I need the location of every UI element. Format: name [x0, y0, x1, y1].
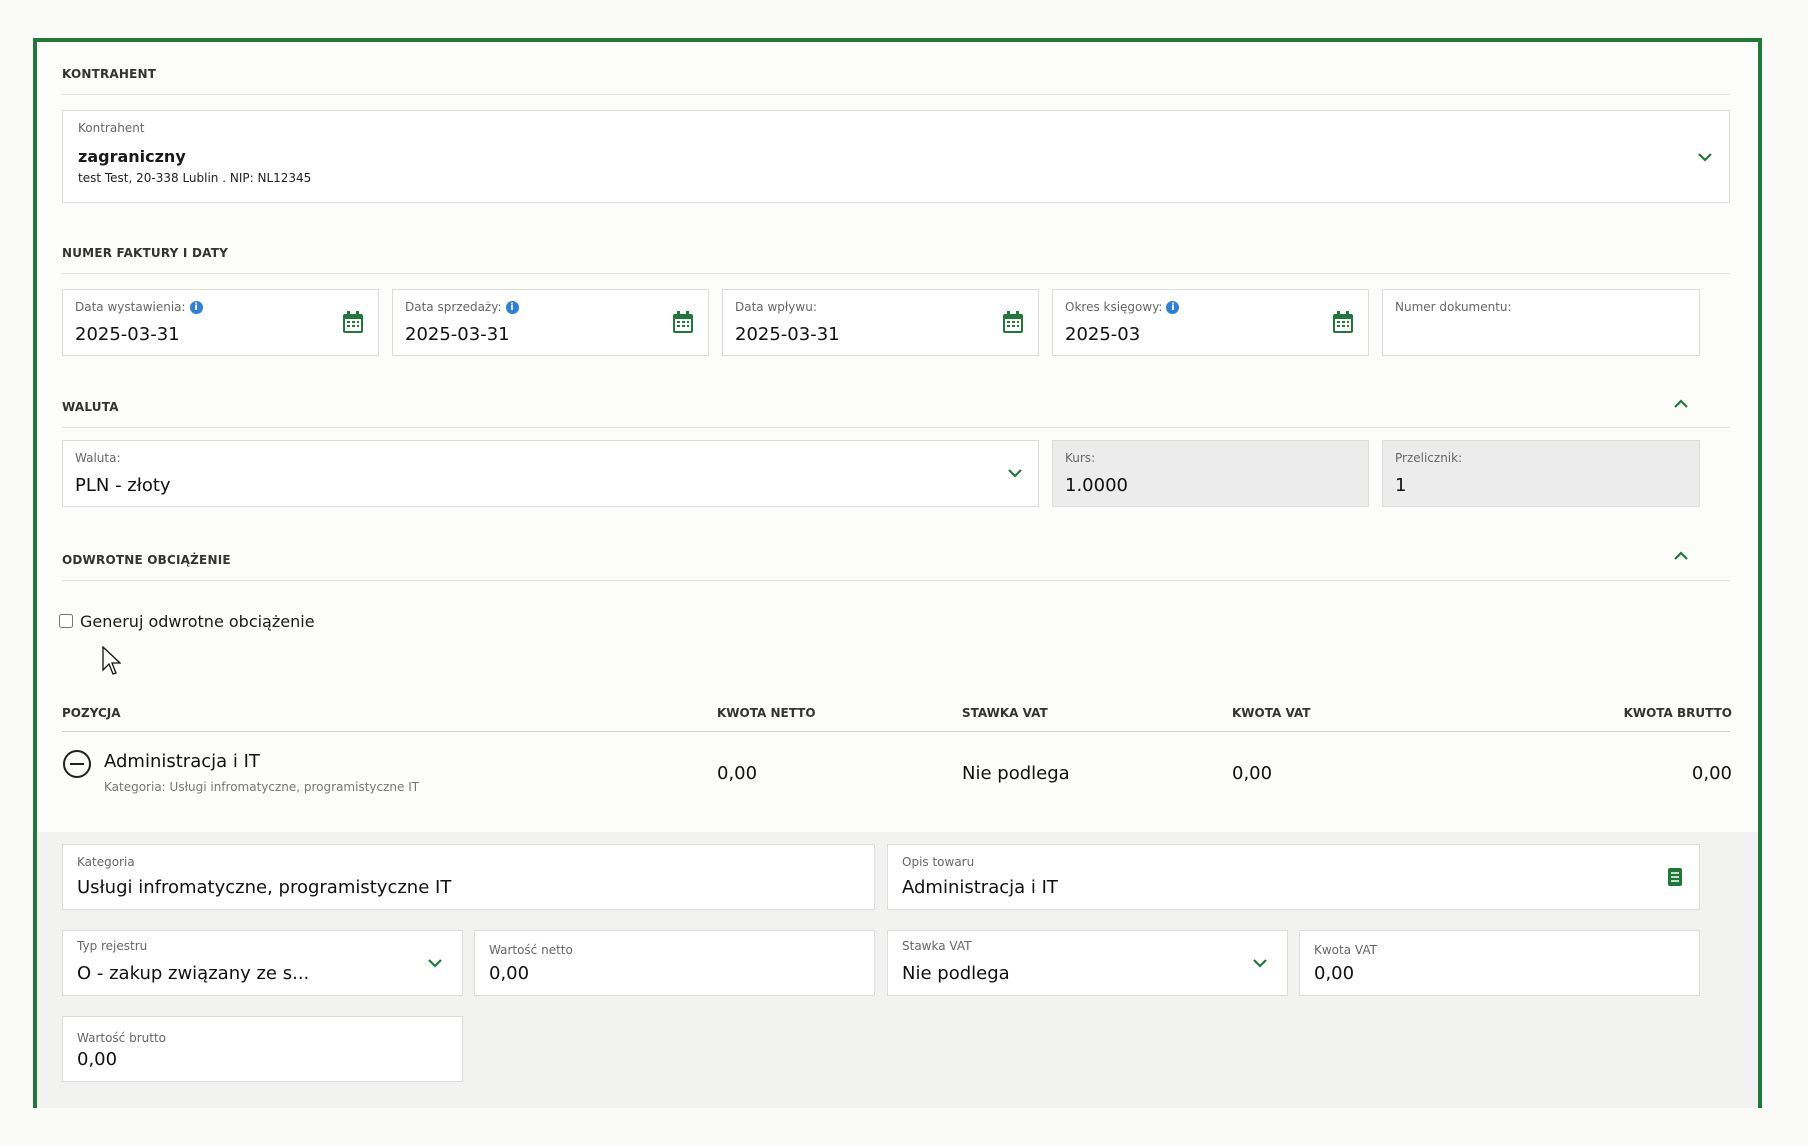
gross-value-field[interactable]: Wartość brutto 0,00 [62, 1016, 463, 1082]
description-value: Administracja i IT [902, 877, 1058, 898]
info-icon: i [1166, 301, 1180, 314]
converter-field: Przelicznik: 1 [1382, 440, 1700, 507]
row-vat: 0,00 [1232, 763, 1273, 784]
converter-value: 1 [1395, 475, 1407, 496]
header-gross: KWOTA BRUTTO [1623, 706, 1732, 720]
chevron-down-icon[interactable] [1005, 463, 1025, 483]
accounting-period-field[interactable]: Okres księgowy: i 2025-03 [1052, 289, 1369, 356]
category-label: Kategoria [77, 855, 135, 869]
row-category: Kategoria: Usługi infromatyczne, program… [104, 780, 420, 794]
chevron-up-icon[interactable] [1671, 546, 1691, 566]
contractor-select[interactable]: Kontrahent zagraniczny test Test, 20-338… [62, 110, 1730, 203]
gross-value: 0,00 [77, 1049, 118, 1070]
register-type-label: Typ rejestru [77, 939, 148, 953]
sale-date-field[interactable]: Data sprzedaży: i 2025-03-31 [392, 289, 709, 356]
contractor-details: test Test, 20-338 Lublin . NIP: NL12345 [78, 171, 312, 185]
currency-section-title: WALUTA [62, 400, 119, 414]
issue-date-field[interactable]: Data wystawienia: i 2025-03-31 [62, 289, 379, 356]
row-gross: 0,00 [1691, 763, 1732, 784]
reverse-charge-label[interactable]: Generuj odwrotne obciążenie [80, 612, 315, 631]
divider [62, 427, 1730, 428]
calendar-icon[interactable] [1332, 310, 1354, 334]
sale-date-label: Data sprzedaży: i [405, 300, 519, 314]
description-field[interactable]: Opis towaru Administracja i IT [887, 844, 1700, 910]
rate-value: 1.0000 [1065, 475, 1128, 496]
currency-label: Waluta: [75, 451, 121, 465]
issue-date-label: Data wystawienia: i [75, 300, 203, 314]
divider [62, 94, 1730, 95]
currency-value: PLN - złoty [75, 475, 171, 496]
chevron-down-icon[interactable] [1695, 147, 1715, 167]
mouse-cursor-icon [102, 646, 121, 675]
book-icon[interactable] [1667, 867, 1683, 887]
net-value: 0,00 [489, 963, 530, 984]
header-position: POZYCJA [62, 706, 121, 720]
receipt-date-value: 2025-03-31 [735, 324, 840, 345]
net-value-field[interactable]: Wartość netto 0,00 [474, 930, 875, 996]
header-vat-rate: STAWKA VAT [962, 706, 1048, 720]
calendar-icon[interactable] [672, 310, 694, 334]
vat-rate-label: Stawka VAT [902, 939, 972, 953]
calendar-icon[interactable] [342, 310, 364, 334]
vat-rate-select[interactable]: Stawka VAT Nie podlega [887, 930, 1288, 996]
net-value-label: Wartość netto [489, 943, 573, 957]
contractor-label: Kontrahent [78, 121, 145, 135]
row-name[interactable]: Administracja i IT [104, 751, 260, 772]
chevron-down-icon[interactable] [425, 953, 445, 973]
collapse-row-icon[interactable] [62, 749, 92, 779]
invoice-section-title: NUMER FAKTURY I DATY [62, 246, 228, 260]
calendar-icon[interactable] [1002, 310, 1024, 334]
chevron-down-icon[interactable] [1250, 953, 1270, 973]
reverse-charge-section-title: ODWROTNE OBCIĄŻENIE [62, 553, 231, 567]
header-vat: KWOTA VAT [1232, 706, 1311, 720]
receipt-date-field[interactable]: Data wpływu: 2025-03-31 [722, 289, 1039, 356]
category-value: Usługi infromatyczne, programistyczne IT [77, 877, 452, 898]
rate-label: Kurs: [1065, 451, 1096, 465]
currency-select[interactable]: Waluta: PLN - złoty [62, 440, 1039, 507]
row-net: 0,00 [717, 763, 758, 784]
info-icon: i [189, 301, 203, 314]
vat-rate-value: Nie podlega [902, 963, 1010, 984]
contractor-section-title: KONTRAHENT [62, 67, 157, 81]
converter-label: Przelicznik: [1395, 451, 1463, 465]
issue-date-value: 2025-03-31 [75, 324, 180, 345]
document-number-label: Numer dokumentu: [1395, 300, 1512, 314]
gross-value-label: Wartość brutto [77, 1031, 167, 1045]
vat-amount-label: Kwota VAT [1314, 943, 1377, 957]
header-net: KWOTA NETTO [717, 706, 816, 720]
item-detail-panel: Kategoria Usługi infromatyczne, programi… [37, 832, 1758, 1108]
row-vat-rate: Nie podlega [962, 763, 1070, 784]
reverse-charge-checkbox[interactable] [59, 614, 73, 628]
divider [62, 580, 1730, 581]
register-type-value: O - zakup związany ze s... [77, 963, 310, 984]
vat-amount-value: 0,00 [1314, 963, 1355, 984]
divider [62, 273, 1730, 274]
receipt-date-label: Data wpływu: [735, 300, 817, 314]
accounting-period-label: Okres księgowy: i [1065, 300, 1180, 314]
divider [62, 731, 1730, 732]
invoice-form: KONTRAHENT Kontrahent zagraniczny test T… [33, 38, 1762, 1108]
contractor-name: zagraniczny [78, 147, 186, 166]
info-icon: i [505, 301, 519, 314]
document-number-field[interactable]: Numer dokumentu: [1382, 289, 1700, 356]
accounting-period-value: 2025-03 [1065, 324, 1141, 345]
register-type-select[interactable]: Typ rejestru O - zakup związany ze s... [62, 930, 463, 996]
category-field[interactable]: Kategoria Usługi infromatyczne, programi… [62, 844, 875, 910]
rate-field: Kurs: 1.0000 [1052, 440, 1369, 507]
description-label: Opis towaru [902, 855, 975, 869]
sale-date-value: 2025-03-31 [405, 324, 510, 345]
vat-amount-field[interactable]: Kwota VAT 0,00 [1299, 930, 1700, 996]
chevron-up-icon[interactable] [1671, 394, 1691, 414]
